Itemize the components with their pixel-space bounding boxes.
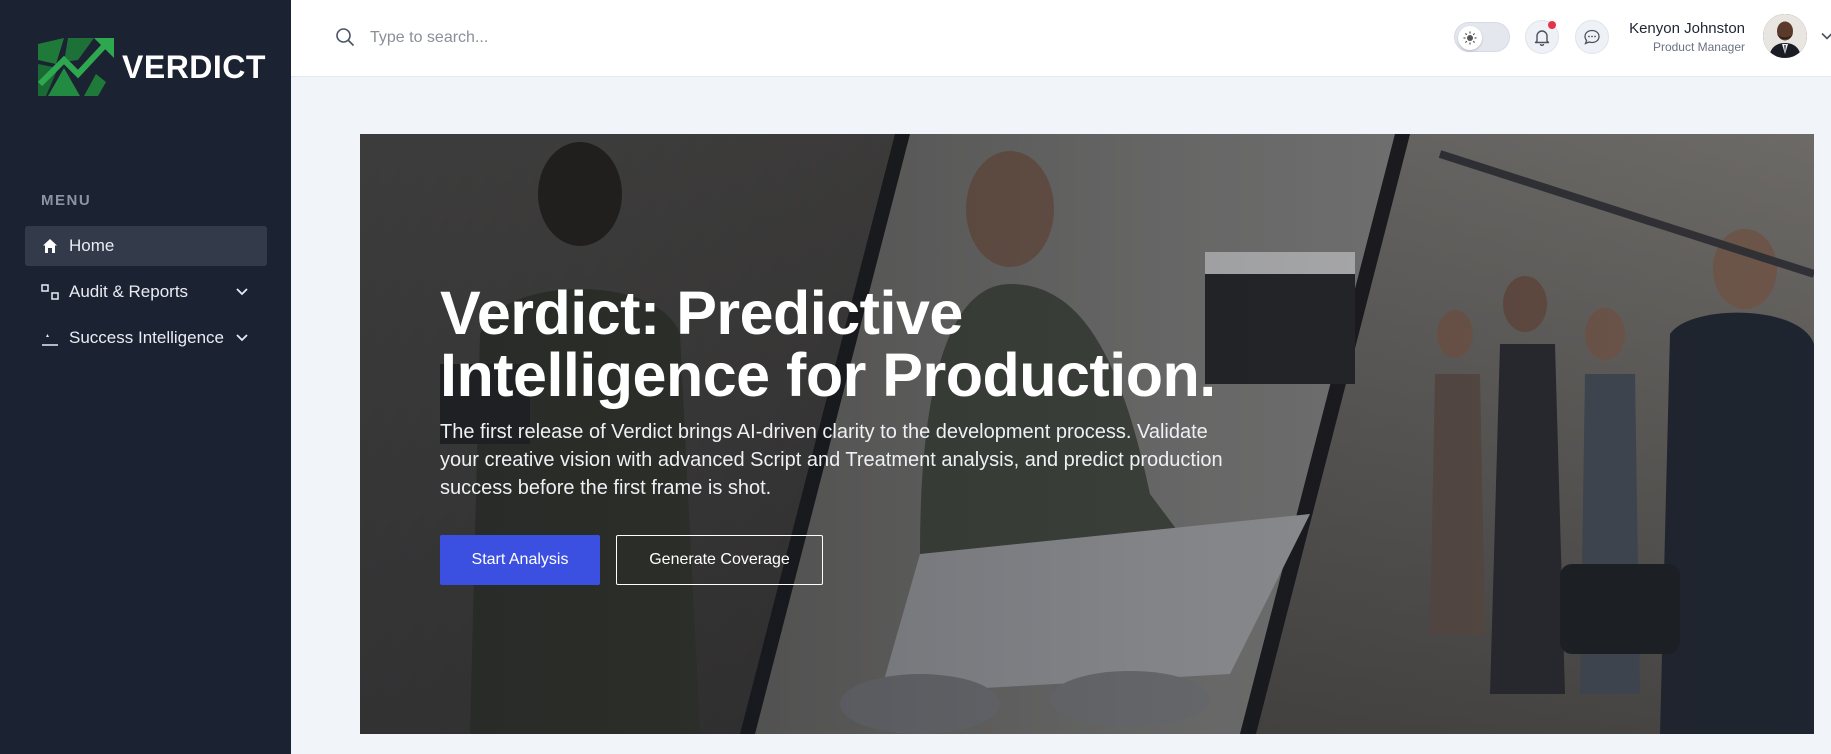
- top-header: Kenyon Johnston Product Manager: [291, 0, 1831, 77]
- theme-toggle[interactable]: [1454, 22, 1510, 52]
- sidebar-item-label: Success Intelligence: [69, 328, 224, 347]
- messages-button[interactable]: [1575, 20, 1609, 54]
- sidebar-nav: Home Audit & Reports Success Intelligenc…: [25, 226, 267, 364]
- brand-name: VERDICT: [122, 48, 266, 85]
- user-role: Product Manager: [1652, 40, 1745, 54]
- sidebar-item-label: Home: [69, 236, 115, 255]
- search-input[interactable]: [370, 22, 790, 54]
- notifications-button[interactable]: [1525, 20, 1559, 54]
- sidebar-item-success-intelligence[interactable]: Success Intelligence: [25, 318, 267, 358]
- home-icon: [41, 237, 59, 255]
- chat-icon: [1584, 29, 1600, 45]
- verdict-logo-icon: [37, 38, 114, 96]
- bell-icon: [1534, 30, 1550, 46]
- sidebar-item-home[interactable]: Home: [25, 226, 267, 266]
- menu-label: MENU: [41, 192, 92, 209]
- user-name: Kenyon Johnston: [1629, 20, 1745, 37]
- search-icon[interactable]: [335, 27, 355, 47]
- hero-title-line-1: Verdict: Predictive: [440, 279, 963, 347]
- sidebar-item-label: Audit & Reports: [69, 282, 189, 301]
- chart-icon: [41, 329, 59, 347]
- hero-title-line-2: Intelligence for Production.: [440, 341, 1216, 409]
- chevron-down-icon[interactable]: [235, 331, 249, 345]
- reports-icon: [41, 283, 59, 301]
- notification-badge: [1548, 21, 1556, 29]
- chevron-down-icon[interactable]: [1821, 30, 1831, 42]
- sidebar: VERDICT MENU Home Audit & Reports Succes…: [0, 0, 291, 754]
- hero-title: Verdict: Predictive Intelligence for Pro…: [440, 282, 1260, 406]
- avatar[interactable]: [1763, 14, 1807, 58]
- hero-description: The first release of Verdict brings AI-d…: [440, 421, 1223, 499]
- brand-logo[interactable]: VERDICT: [34, 34, 266, 100]
- sun-icon: [1458, 26, 1482, 50]
- sidebar-item-audit-reports[interactable]: Audit & Reports: [25, 272, 267, 312]
- start-analysis-button[interactable]: Start Analysis: [440, 535, 600, 585]
- hero-banner: Verdict: Predictive Intelligence for Pro…: [360, 134, 1814, 734]
- chevron-down-icon[interactable]: [235, 285, 249, 299]
- generate-coverage-button[interactable]: Generate Coverage: [616, 535, 823, 585]
